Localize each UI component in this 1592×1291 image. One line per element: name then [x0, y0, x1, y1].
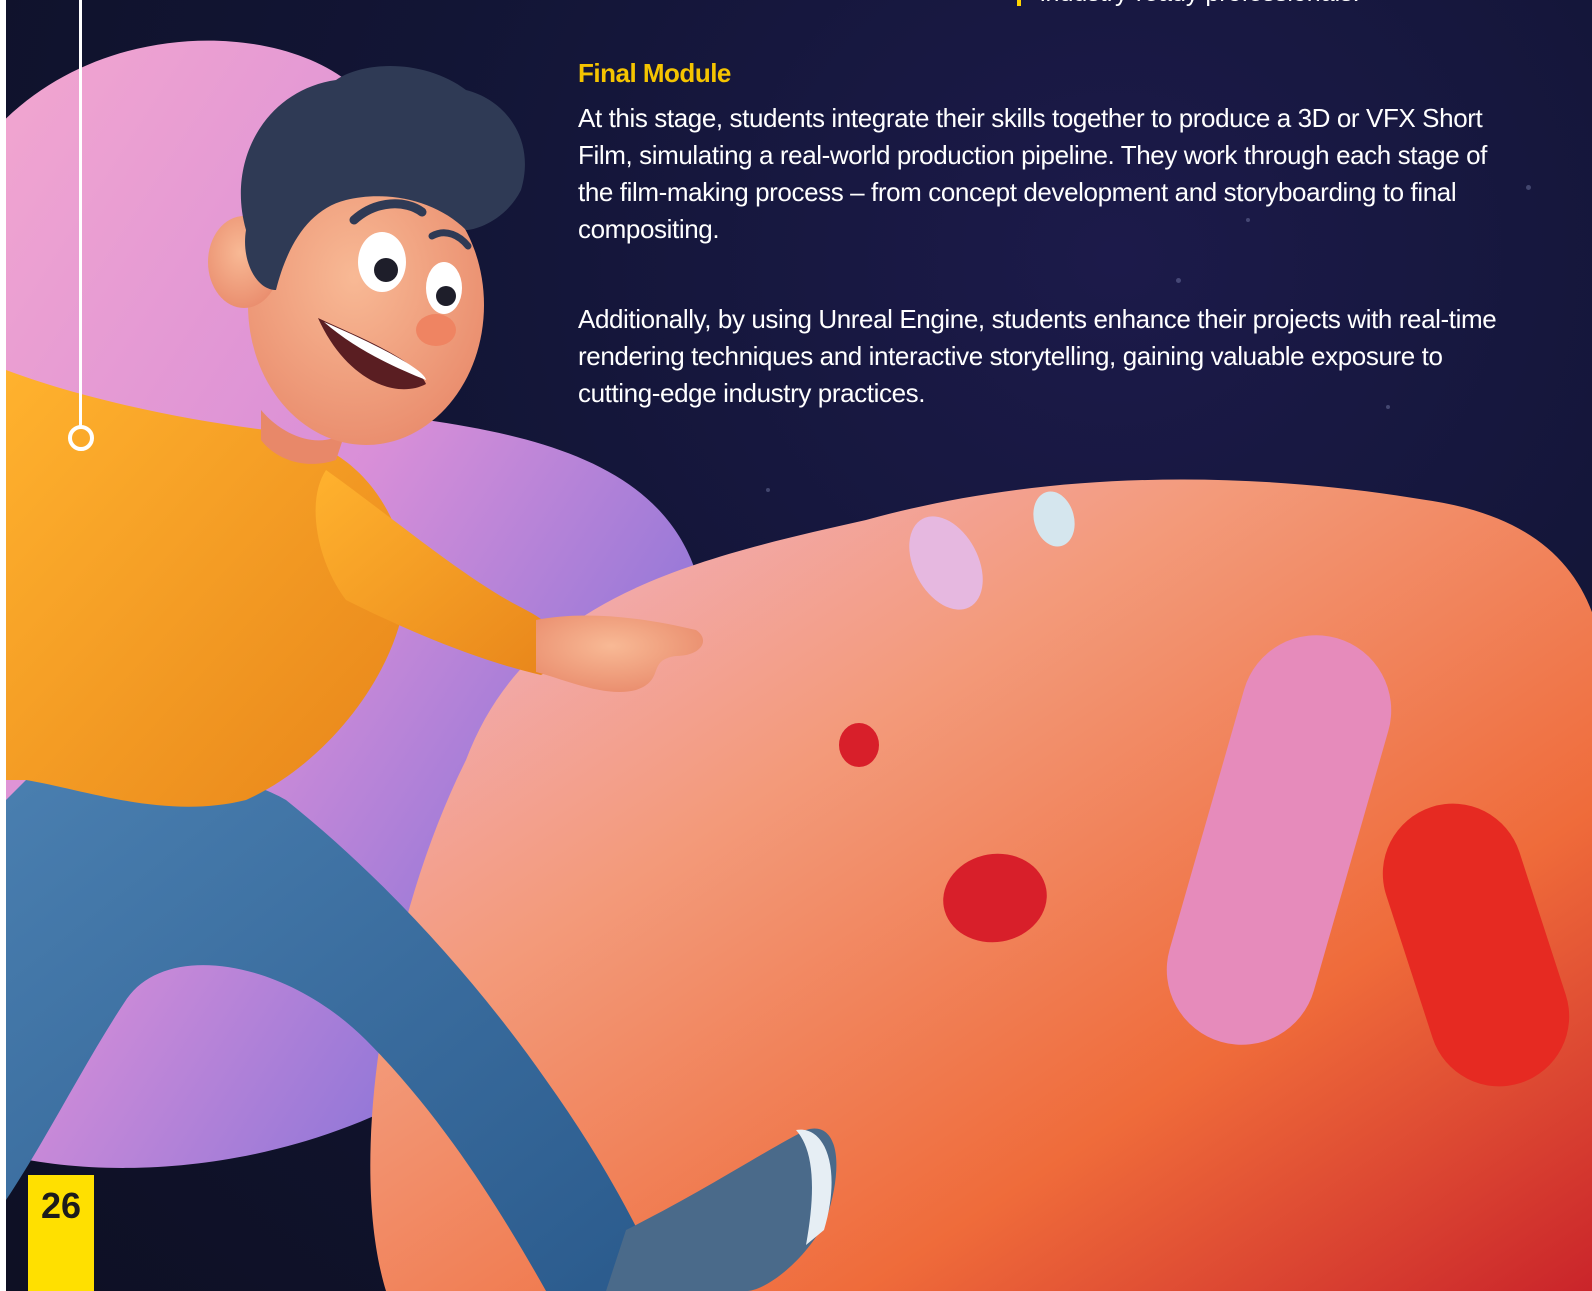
timeline-node [68, 425, 94, 451]
previous-bullet-marker [1017, 0, 1021, 6]
star-dot [1176, 278, 1181, 283]
star-dot [1526, 185, 1531, 190]
previous-bullet-text: industry-ready professionals. [1040, 0, 1520, 8]
page-number-badge: 26 [28, 1175, 94, 1291]
page-number: 26 [40, 1185, 82, 1226]
page: industry-ready professionals. Final Modu… [6, 0, 1592, 1291]
section-paragraph-2: Additionally, by using Unreal Engine, st… [578, 304, 1497, 408]
section-paragraph-1: At this stage, students integrate their … [578, 103, 1487, 244]
timeline-line [79, 0, 82, 428]
star-dot [766, 488, 770, 492]
section-heading: Final Module [578, 58, 731, 88]
